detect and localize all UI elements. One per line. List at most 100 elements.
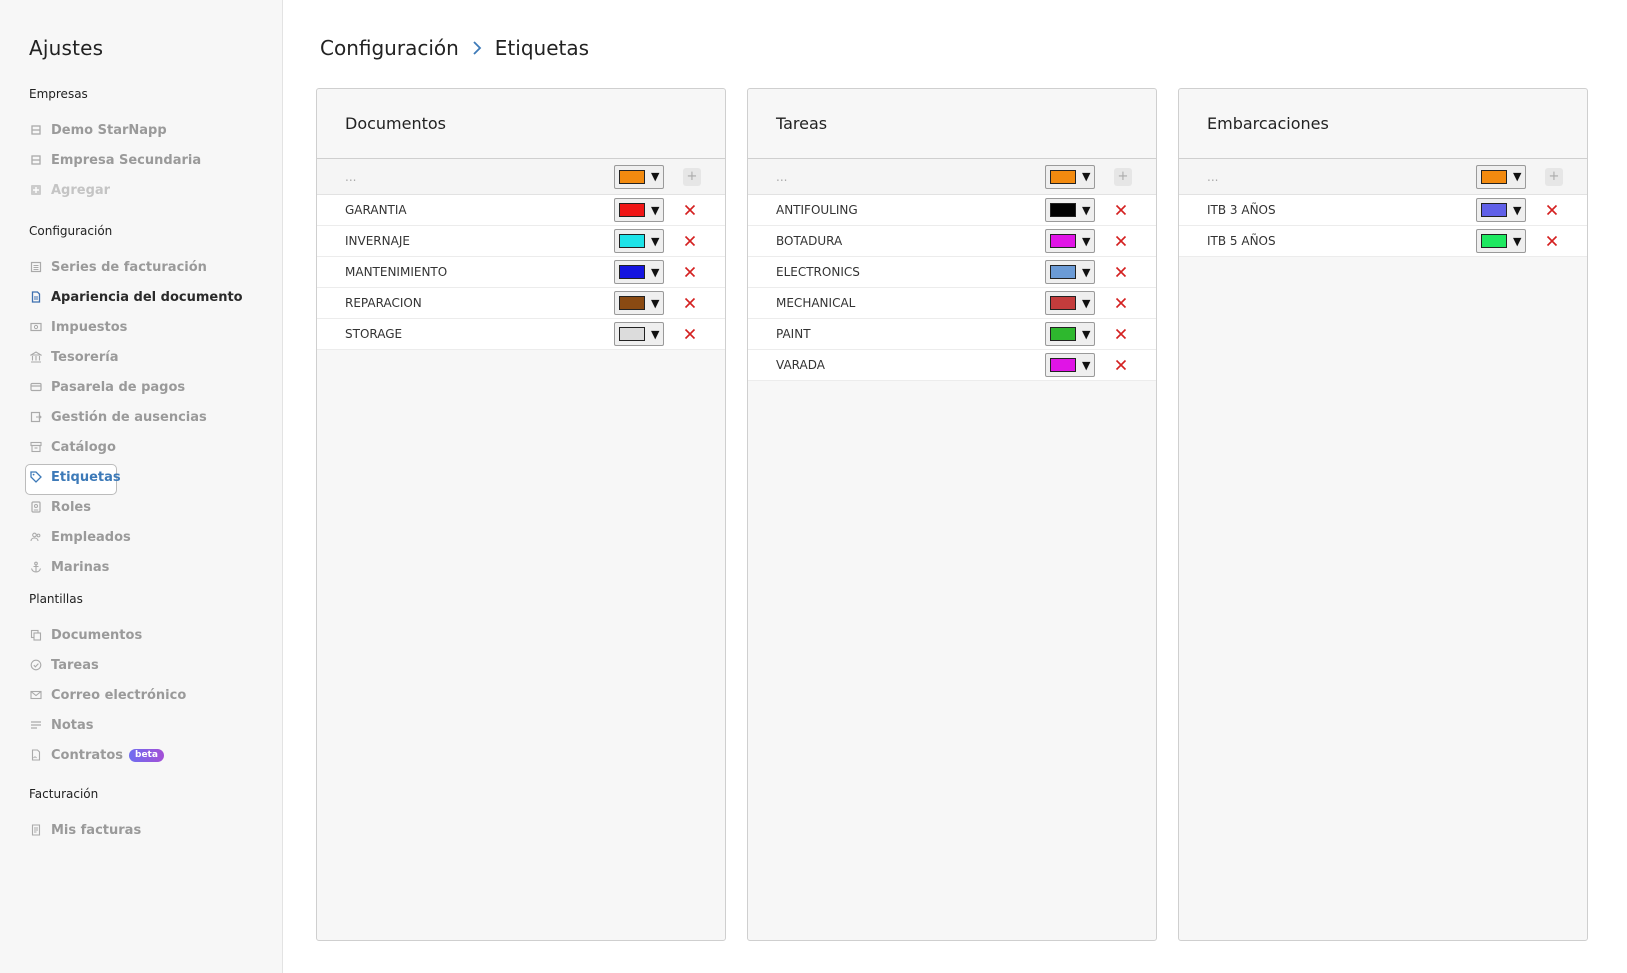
dropdown-arrow-icon: ▼ bbox=[1513, 203, 1522, 217]
dropdown-arrow-icon: ▼ bbox=[1082, 203, 1091, 217]
list-icon bbox=[29, 260, 43, 274]
color-swatch bbox=[1050, 296, 1076, 310]
sidebar-item-label: Empresa Secundaria bbox=[51, 152, 202, 168]
sidebar-item-pasarela-de-pagos[interactable]: Pasarela de pagos bbox=[29, 372, 243, 402]
sidebar-item-apariencia-del-documento[interactable]: Apariencia del documento bbox=[29, 282, 243, 312]
color-select[interactable]: ▼ bbox=[614, 229, 664, 253]
tag-label[interactable]: ITB 5 AÑOS bbox=[1207, 234, 1587, 248]
new-tag-row: ... ▼ + bbox=[317, 159, 725, 195]
delete-tag-close-icon[interactable] bbox=[683, 203, 697, 217]
sidebar-item-label: Empleados bbox=[51, 529, 131, 545]
plus-square-icon bbox=[29, 183, 43, 197]
dropdown-arrow-icon: ▼ bbox=[1082, 296, 1091, 310]
tag-label[interactable]: STORAGE bbox=[345, 327, 725, 341]
color-select[interactable]: ▼ bbox=[614, 322, 664, 346]
dropdown-arrow-icon: ▼ bbox=[651, 234, 660, 248]
color-swatch bbox=[1050, 203, 1076, 217]
color-select[interactable]: ▼ bbox=[1045, 198, 1095, 222]
delete-tag-close-icon[interactable] bbox=[1114, 327, 1128, 341]
sidebar-item-mis-facturas[interactable]: Mis facturas bbox=[29, 815, 141, 845]
color-select[interactable]: ▼ bbox=[614, 260, 664, 284]
delete-tag-close-icon[interactable] bbox=[683, 296, 697, 310]
color-select[interactable]: ▼ bbox=[1476, 198, 1526, 222]
color-select[interactable]: ▼ bbox=[1045, 353, 1095, 377]
new-tag-input[interactable]: ... bbox=[1207, 170, 1587, 184]
color-select[interactable]: ▼ bbox=[1045, 291, 1095, 315]
tag-label[interactable]: MECHANICAL bbox=[776, 296, 1156, 310]
sidebar-item-demo-starnapp[interactable]: Demo StarNapp bbox=[29, 115, 201, 145]
sidebar-item-empleados[interactable]: Empleados bbox=[29, 522, 243, 552]
tag-label[interactable]: MANTENIMIENTO bbox=[345, 265, 725, 279]
tag-row: MECHANICAL ▼ bbox=[748, 288, 1156, 319]
sidebar-item-label: Series de facturación bbox=[51, 259, 207, 275]
bank-icon bbox=[29, 350, 43, 364]
sidebar-item-tesoreria[interactable]: Tesorería bbox=[29, 342, 243, 372]
tag-label[interactable]: ITB 3 AÑOS bbox=[1207, 203, 1587, 217]
new-tag-input[interactable]: ... bbox=[345, 170, 725, 184]
sidebar-item-marinas[interactable]: Marinas bbox=[29, 552, 243, 582]
tag-label[interactable]: ELECTRONICS bbox=[776, 265, 1156, 279]
anchor-icon bbox=[29, 560, 43, 574]
delete-tag-close-icon[interactable] bbox=[1545, 234, 1559, 248]
color-select[interactable]: ▼ bbox=[614, 198, 664, 222]
delete-tag-close-icon[interactable] bbox=[683, 327, 697, 341]
delete-tag-close-icon[interactable] bbox=[1114, 296, 1128, 310]
sidebar-item-correo-electronico[interactable]: Correo electrónico bbox=[29, 680, 186, 710]
delete-tag-close-icon[interactable] bbox=[1114, 265, 1128, 279]
color-swatch bbox=[619, 234, 645, 248]
delete-tag-close-icon[interactable] bbox=[1114, 358, 1128, 372]
tag-label[interactable]: BOTADURA bbox=[776, 234, 1156, 248]
color-select[interactable]: ▼ bbox=[1476, 164, 1526, 189]
sidebar-item-empresa-secundaria[interactable]: Empresa Secundaria bbox=[29, 145, 201, 175]
dropdown-arrow-icon: ▼ bbox=[1513, 234, 1522, 248]
lines-icon bbox=[29, 718, 43, 732]
sidebar-item-contratos[interactable]: Contratos beta bbox=[29, 740, 186, 770]
color-swatch bbox=[1050, 327, 1076, 341]
sidebar-item-catalogo[interactable]: Catálogo bbox=[29, 432, 243, 462]
delete-tag-close-icon[interactable] bbox=[683, 234, 697, 248]
building-icon bbox=[29, 123, 43, 137]
tag-label[interactable]: REPARACION bbox=[345, 296, 725, 310]
delete-tag-close-icon[interactable] bbox=[1545, 203, 1559, 217]
tag-label[interactable]: GARANTIA bbox=[345, 203, 725, 217]
dropdown-arrow-icon: ▼ bbox=[1082, 170, 1091, 183]
sidebar-item-etiquetas[interactable]: Etiquetas bbox=[25, 462, 243, 495]
sidebar-item-series-de-facturacion[interactable]: Series de facturación bbox=[29, 252, 243, 282]
delete-tag-close-icon[interactable] bbox=[1114, 203, 1128, 217]
sidebar-item-label: Impuestos bbox=[51, 319, 128, 335]
tag-label[interactable]: INVERNAJE bbox=[345, 234, 725, 248]
add-tag-button[interactable]: + bbox=[1545, 167, 1563, 186]
tag-panel-embarcaciones: Embarcaciones... ▼ + ITB 3 AÑOS ▼ ITB 5 AÑOS ▼ bbox=[1178, 88, 1588, 941]
add-tag-button[interactable]: + bbox=[683, 167, 701, 186]
sidebar-title: Ajustes bbox=[29, 36, 104, 60]
color-select[interactable]: ▼ bbox=[614, 164, 664, 189]
color-swatch bbox=[619, 265, 645, 279]
color-select[interactable]: ▼ bbox=[614, 291, 664, 315]
color-select[interactable]: ▼ bbox=[1045, 260, 1095, 284]
sidebar-item-tareas[interactable]: Tareas bbox=[29, 650, 186, 680]
dropdown-arrow-icon: ▼ bbox=[651, 265, 660, 279]
sidebar-item-label: Apariencia del documento bbox=[51, 289, 243, 305]
sidebar-item-gestion-de-ausencias[interactable]: Gestión de ausencias bbox=[29, 402, 243, 432]
sidebar-item-label: Etiquetas bbox=[51, 469, 121, 485]
color-select[interactable]: ▼ bbox=[1045, 164, 1095, 189]
delete-tag-close-icon[interactable] bbox=[1114, 234, 1128, 248]
add-tag-button[interactable]: + bbox=[1114, 167, 1132, 186]
color-swatch bbox=[619, 327, 645, 341]
tag-label[interactable]: PAINT bbox=[776, 327, 1156, 341]
breadcrumb-parent[interactable]: Configuración bbox=[320, 36, 459, 60]
sidebar-item-impuestos[interactable]: Impuestos bbox=[29, 312, 243, 342]
color-select[interactable]: ▼ bbox=[1476, 229, 1526, 253]
color-select[interactable]: ▼ bbox=[1045, 229, 1095, 253]
tag-label[interactable]: VARADA bbox=[776, 358, 1156, 372]
sidebar-item-label: Roles bbox=[51, 499, 91, 515]
delete-tag-close-icon[interactable] bbox=[683, 265, 697, 279]
tag-label[interactable]: ANTIFOULING bbox=[776, 203, 1156, 217]
sidebar-item-roles[interactable]: Roles bbox=[29, 492, 243, 522]
sidebar-item-label: Catálogo bbox=[51, 439, 116, 455]
sidebar-item-label: Tesorería bbox=[51, 349, 119, 365]
new-tag-input[interactable]: ... bbox=[776, 170, 1156, 184]
sidebar-item-notas[interactable]: Notas bbox=[29, 710, 186, 740]
color-select[interactable]: ▼ bbox=[1045, 322, 1095, 346]
sidebar-item-documentos[interactable]: Documentos bbox=[29, 620, 186, 650]
